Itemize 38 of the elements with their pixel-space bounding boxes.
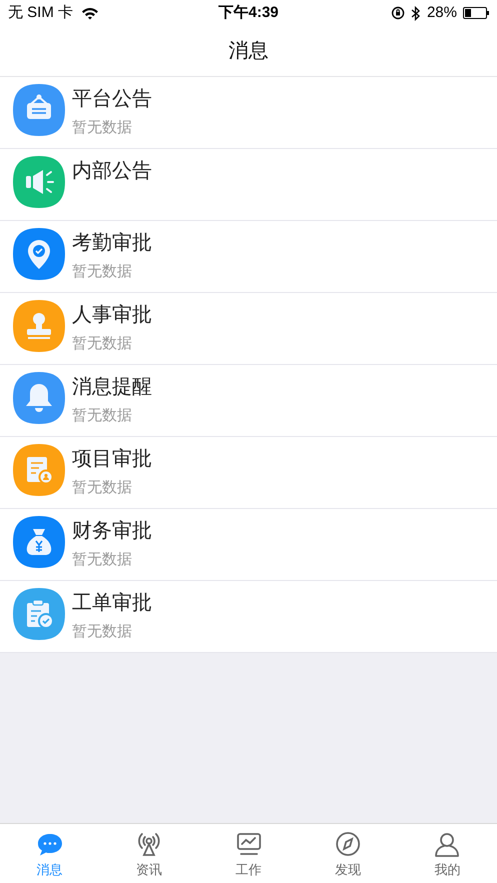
message-row[interactable]: 财务审批 暂无数据	[0, 509, 497, 581]
rotation-lock-icon	[390, 6, 405, 20]
message-title: 平台公告	[72, 87, 152, 112]
bluetooth-icon	[410, 6, 421, 20]
carrier-text: 无 SIM 卡	[8, 2, 74, 23]
message-row[interactable]: 消息提醒 暂无数据	[0, 365, 497, 437]
tab-bar-item[interactable]: 发现	[298, 824, 398, 883]
chat-icon	[36, 831, 64, 858]
message-subtitle: 暂无数据	[72, 118, 133, 138]
message-row[interactable]: 平台公告 暂无数据	[0, 77, 497, 149]
tab-bar-item[interactable]: 资讯	[99, 824, 199, 883]
message-row[interactable]: 考勤审批 暂无数据	[0, 221, 497, 293]
message-subtitle: 暂无数据	[72, 550, 133, 570]
compass-icon	[334, 831, 362, 858]
wifi-icon	[81, 6, 100, 20]
message-row[interactable]: 人事审批 暂无数据	[0, 293, 497, 365]
message-title: 工单审批	[72, 591, 152, 616]
message-subtitle: 暂无数据	[72, 262, 133, 282]
message-subtitle: 暂无数据	[72, 406, 133, 426]
tab-bar-item[interactable]: 工作	[198, 824, 298, 883]
message-row[interactable]: 内部公告	[0, 149, 497, 221]
tab-bar-item[interactable]: 我的	[398, 824, 497, 883]
message-title: 考勤审批	[72, 231, 152, 256]
battery-percent: 28%	[426, 2, 457, 23]
message-row[interactable]: 项目审批 暂无数据	[0, 437, 497, 509]
status-time: 下午4:39	[218, 2, 279, 23]
message-subtitle: 暂无数据	[72, 622, 133, 642]
page-title: 消息	[228, 39, 268, 64]
person-icon	[433, 831, 462, 858]
message-subtitle: 暂无数据	[72, 478, 133, 498]
message-title: 消息提醒	[72, 375, 152, 400]
message-row[interactable]: 工单审批 暂无数据	[0, 581, 497, 653]
message-title: 项目审批	[72, 447, 152, 472]
message-subtitle: 暂无数据	[72, 334, 133, 354]
message-title: 人事审批	[72, 303, 152, 328]
battery-icon	[463, 7, 489, 19]
message-title: 财务审批	[72, 519, 152, 544]
message-title: 内部公告	[72, 159, 152, 184]
